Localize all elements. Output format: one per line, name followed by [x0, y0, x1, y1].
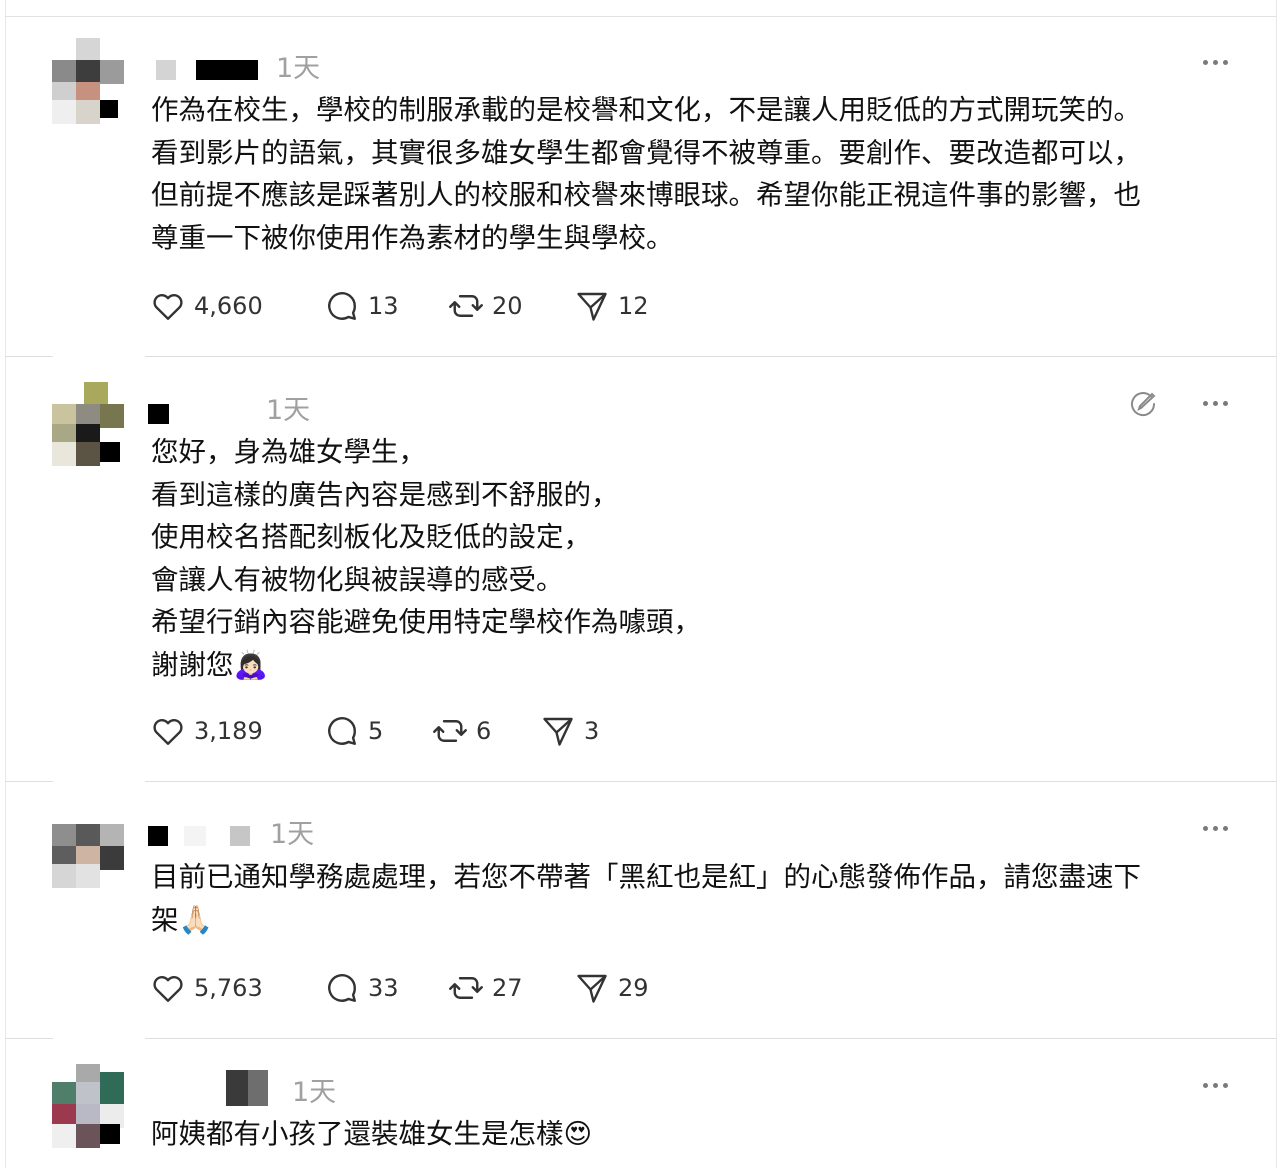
like-button[interactable]: 4,660 [150, 288, 263, 324]
repost-icon [449, 977, 483, 999]
reply-button[interactable]: 13 [324, 288, 399, 324]
post-divider [5, 356, 1277, 357]
more-icon[interactable] [1203, 401, 1229, 407]
send-icon [577, 974, 607, 1003]
post-text: 阿姨都有小孩了還裝雄女生是怎樣😍 [151, 1118, 593, 1150]
heart-icon [153, 975, 183, 1002]
reply-button[interactable]: 5 [324, 713, 383, 749]
username-redacted[interactable] [156, 60, 260, 80]
like-count: 5,763 [194, 974, 263, 1002]
username-redacted[interactable] [148, 404, 172, 424]
like-count: 4,660 [194, 292, 263, 320]
share-button[interactable]: 3 [540, 713, 599, 749]
post-text: 目前已通知學務處處理，若您不帶著「黑紅也是紅」的心態發佈作品，請您盡速下 架🙏🏻 [151, 861, 1141, 936]
comment-icon [328, 717, 356, 745]
post-divider [5, 781, 1277, 782]
share-count: 29 [618, 974, 649, 1002]
post-text: 作為在校生，學校的制服承載的是校譽和文化，不是讓人用貶低的方式開玩笑的。 看到影… [151, 94, 1141, 254]
reply-count: 13 [368, 292, 399, 320]
avatar[interactable] [52, 382, 124, 466]
share-button[interactable]: 12 [574, 288, 649, 324]
edit-icon[interactable] [1127, 388, 1159, 420]
repost-button[interactable]: 6 [432, 713, 491, 749]
post-time: 1天 [270, 819, 315, 850]
send-icon [577, 292, 607, 321]
username-redacted[interactable] [226, 1070, 270, 1106]
repost-icon [433, 720, 467, 742]
repost-icon [449, 295, 483, 317]
share-count: 3 [584, 717, 600, 745]
heart-icon [153, 718, 183, 745]
heart-icon [153, 293, 183, 320]
avatar[interactable] [52, 1064, 124, 1148]
repost-count: 20 [492, 292, 523, 320]
more-icon[interactable] [1203, 1083, 1229, 1089]
avatar[interactable] [52, 824, 124, 908]
like-count: 3,189 [194, 717, 263, 745]
like-button[interactable]: 3,189 [150, 713, 263, 749]
send-icon [543, 717, 573, 746]
comment-icon [328, 292, 356, 320]
share-count: 12 [618, 292, 649, 320]
post-divider [5, 1038, 1277, 1039]
post-time: 1天 [276, 53, 321, 84]
more-icon[interactable] [1203, 826, 1229, 832]
reply-count: 33 [368, 974, 399, 1002]
reply-count: 5 [368, 717, 384, 745]
top-divider [5, 16, 1277, 17]
repost-button[interactable]: 27 [448, 970, 523, 1006]
avatar[interactable] [52, 38, 124, 124]
reply-button[interactable]: 33 [324, 970, 399, 1006]
post-time: 1天 [292, 1077, 337, 1108]
comment-icon [328, 974, 356, 1002]
post-text: 您好，身為雄女學生， 看到這樣的廣告內容是感到不舒服的， 使用校名搭配刻板化及貶… [151, 436, 701, 681]
repost-button[interactable]: 20 [448, 288, 523, 324]
repost-count: 27 [492, 974, 523, 1002]
username-redacted[interactable] [148, 826, 252, 846]
share-button[interactable]: 29 [574, 970, 649, 1006]
repost-count: 6 [476, 717, 492, 745]
more-icon[interactable] [1203, 60, 1229, 66]
post-time: 1天 [266, 395, 311, 426]
like-button[interactable]: 5,763 [150, 970, 263, 1006]
